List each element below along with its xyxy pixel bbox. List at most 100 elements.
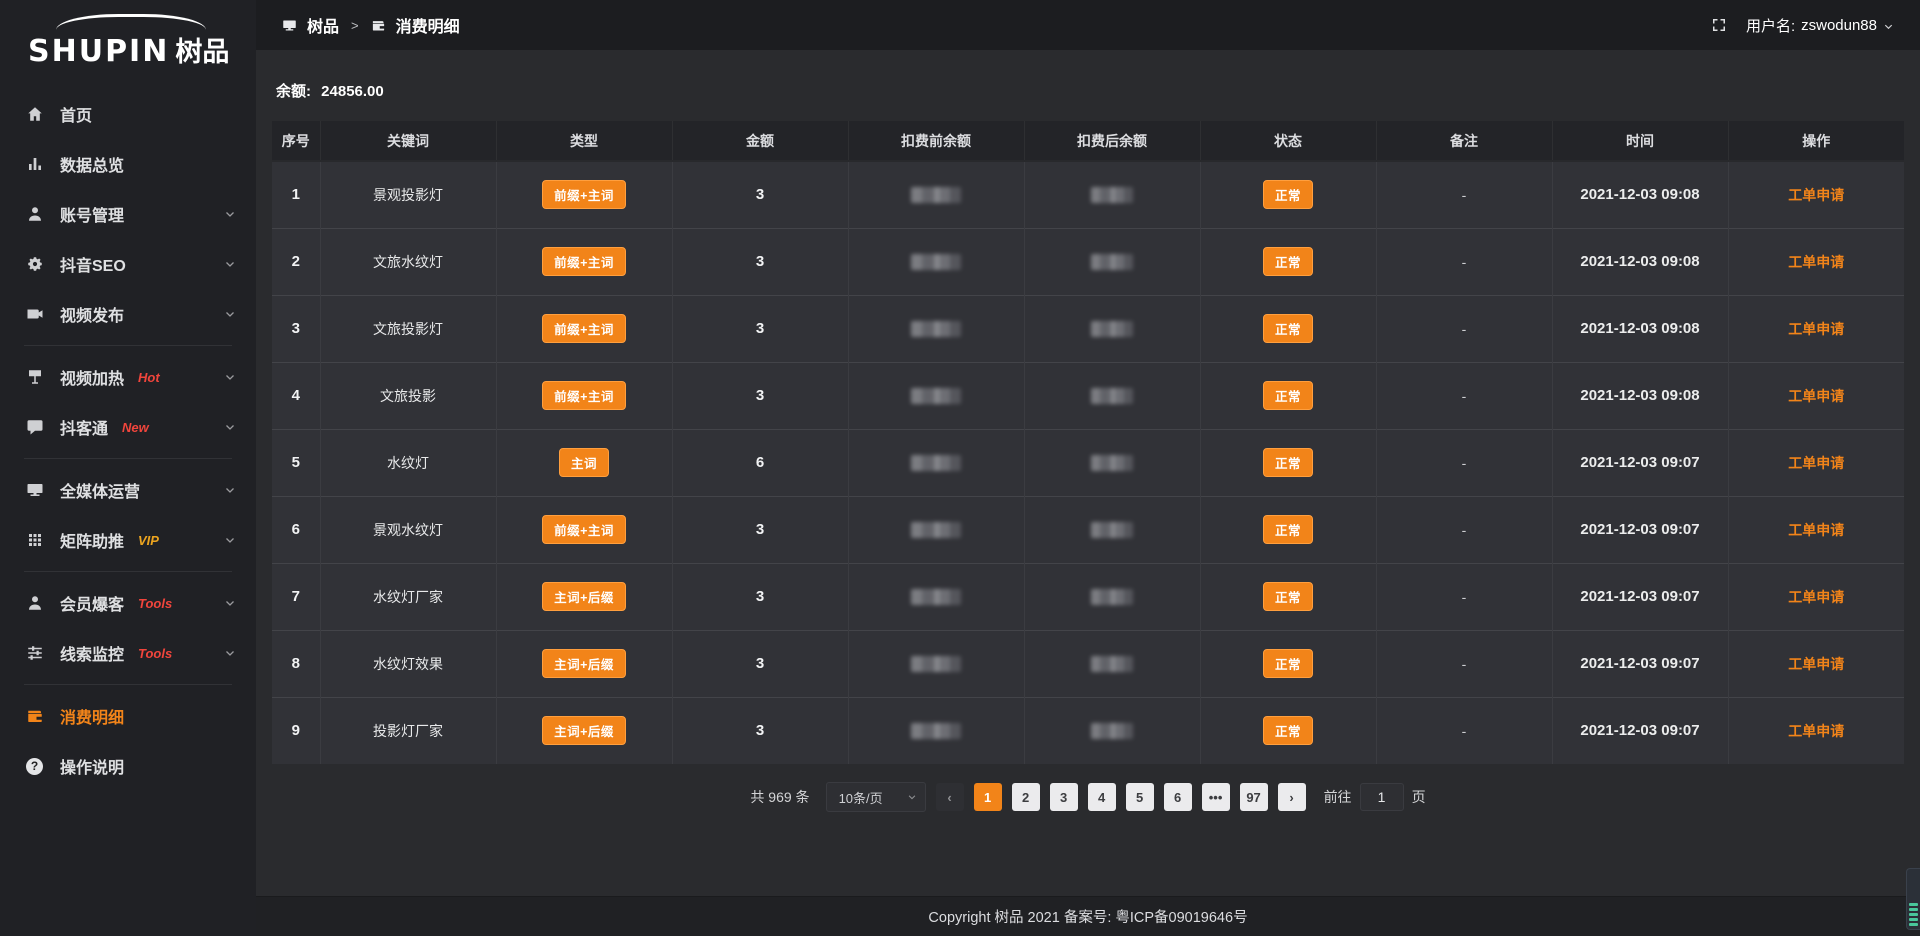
sidebar-item-tag: Tools <box>138 646 172 661</box>
balance-before-blur <box>911 656 961 672</box>
page-button-97[interactable]: 97 <box>1240 783 1268 811</box>
type-badge: 主词 <box>559 448 609 477</box>
cell-amount: 3 <box>672 697 848 764</box>
col-amount: 金额 <box>672 121 848 161</box>
work-order-link[interactable]: 工单申请 <box>1788 589 1844 605</box>
balance-after-blur <box>1091 455 1133 471</box>
cell-status: 正常 <box>1200 228 1376 295</box>
page-button-2[interactable]: 2 <box>1012 783 1040 811</box>
balance-label: 余额: <box>276 83 311 100</box>
work-order-link[interactable]: 工单申请 <box>1788 321 1844 337</box>
logo-text-en: SHUPIN <box>28 34 169 69</box>
next-page-button[interactable]: › <box>1278 783 1306 811</box>
cell-type: 主词+后缀 <box>496 630 672 697</box>
cell-index: 3 <box>272 295 320 362</box>
sidebar-item-label: 数据总览 <box>60 152 124 176</box>
sidebar-item-member-baoke[interactable]: 会员爆客 Tools <box>0 578 256 628</box>
cell-index: 5 <box>272 429 320 496</box>
cell-time: 2021-12-03 09:08 <box>1552 295 1728 362</box>
balance-after-blur <box>1091 723 1133 739</box>
sidebar-item-video-heat[interactable]: 视频加热 Hot <box>0 352 256 402</box>
footer: Copyright 树品 2021 备案号: 粤ICP备09019646号 <box>256 896 1920 936</box>
page-button-5[interactable]: 5 <box>1126 783 1154 811</box>
sidebar-item-video-publish[interactable]: 视频发布 <box>0 289 256 339</box>
fullscreen-icon[interactable] <box>1710 16 1728 34</box>
sidebar-item-douketong[interactable]: 抖客通 New <box>0 402 256 452</box>
chevron-down-icon <box>224 647 236 659</box>
ellipsis-page-button[interactable]: ••• <box>1202 783 1230 811</box>
question-icon: ? <box>26 757 44 775</box>
cell-index: 7 <box>272 563 320 630</box>
balance-line: 余额: 24856.00 <box>276 80 1900 101</box>
table-row: 4 文旅投影 前缀+主词 3 正常 - 2021-12-03 09:08 工单申… <box>272 362 1904 429</box>
cell-amount: 3 <box>672 295 848 362</box>
work-order-link[interactable]: 工单申请 <box>1788 388 1844 404</box>
work-order-link[interactable]: 工单申请 <box>1788 723 1844 739</box>
user-menu[interactable]: 用户名: zswodun88 <box>1746 15 1894 36</box>
time-value: 2021-12-03 09:08 <box>1580 387 1699 404</box>
cell-balance-before <box>848 429 1024 496</box>
type-badge: 主词+后缀 <box>542 582 626 611</box>
cell-amount: 3 <box>672 563 848 630</box>
cell-balance-before <box>848 228 1024 295</box>
time-value: 2021-12-03 09:08 <box>1580 320 1699 337</box>
sidebar-item-clue-monitor[interactable]: 线索监控 Tools <box>0 628 256 678</box>
work-order-link[interactable]: 工单申请 <box>1788 455 1844 471</box>
work-order-link[interactable]: 工单申请 <box>1788 522 1844 538</box>
work-order-link[interactable]: 工单申请 <box>1788 254 1844 270</box>
monitor-icon <box>26 481 44 499</box>
nav-divider <box>24 345 232 346</box>
page-button-4[interactable]: 4 <box>1088 783 1116 811</box>
col-status: 状态 <box>1200 121 1376 161</box>
goto-suffix: 页 <box>1412 787 1426 807</box>
home-icon <box>26 105 44 123</box>
work-order-link[interactable]: 工单申请 <box>1788 656 1844 672</box>
prev-page-button[interactable]: ‹ <box>936 783 964 811</box>
cell-amount: 3 <box>672 496 848 563</box>
sidebar-item-tag: VIP <box>138 533 159 548</box>
pagination: 共 969 条 10条/页 ‹ 123456•••97 › 前往 页 <box>272 782 1904 812</box>
cell-action: 工单申请 <box>1728 563 1904 630</box>
sidebar-item-help[interactable]: ? 操作说明 <box>0 741 256 791</box>
table-row: 6 景观水纹灯 前缀+主词 3 正常 - 2021-12-03 09:07 工单… <box>272 496 1904 563</box>
floating-widget[interactable] <box>1906 868 1920 930</box>
cell-index: 4 <box>272 362 320 429</box>
type-badge: 前缀+主词 <box>542 515 626 544</box>
cell-time: 2021-12-03 09:07 <box>1552 697 1728 764</box>
page-button-3[interactable]: 3 <box>1050 783 1078 811</box>
page-size-select[interactable]: 10条/页 <box>826 782 926 812</box>
work-order-link[interactable]: 工单申请 <box>1788 187 1844 203</box>
sidebar-item-all-media[interactable]: 全媒体运营 <box>0 465 256 515</box>
page-button-1[interactable]: 1 <box>974 783 1002 811</box>
wallet-icon <box>26 707 44 725</box>
cell-action: 工单申请 <box>1728 630 1904 697</box>
sidebar-item-label: 全媒体运营 <box>60 478 140 502</box>
sidebar-item-home[interactable]: 首页 <box>0 89 256 139</box>
col-action: 操作 <box>1728 121 1904 161</box>
page-button-6[interactable]: 6 <box>1164 783 1192 811</box>
balance-value: 24856.00 <box>321 83 384 100</box>
goto-page-input[interactable] <box>1360 783 1404 811</box>
sidebar-item-label: 线索监控 <box>60 641 124 665</box>
cell-remark: - <box>1376 295 1552 362</box>
sidebar: SHUPIN 树品 首页 数据总览 账号管理 抖音SEO 视频发布 <box>0 0 256 936</box>
breadcrumb-item-home[interactable]: 树品 <box>307 13 339 37</box>
cell-time: 2021-12-03 09:07 <box>1552 496 1728 563</box>
cell-remark: - <box>1376 161 1552 228</box>
status-badge: 正常 <box>1263 582 1313 611</box>
brand-logo[interactable]: SHUPIN 树品 <box>0 0 256 75</box>
cell-balance-after <box>1024 228 1200 295</box>
username: zswodun88 <box>1801 17 1877 34</box>
sidebar-item-matrix-boost[interactable]: 矩阵助推 VIP <box>0 515 256 565</box>
cell-status: 正常 <box>1200 563 1376 630</box>
cell-time: 2021-12-03 09:07 <box>1552 630 1728 697</box>
sidebar-item-account[interactable]: 账号管理 <box>0 189 256 239</box>
sidebar-item-data-overview[interactable]: 数据总览 <box>0 139 256 189</box>
table-row: 9 投影灯厂家 主词+后缀 3 正常 - 2021-12-03 09:07 工单… <box>272 697 1904 764</box>
sidebar-item-consume-detail[interactable]: 消费明细 <box>0 691 256 741</box>
user-icon <box>26 205 44 223</box>
sidebar-item-douyin-seo[interactable]: 抖音SEO <box>0 239 256 289</box>
status-badge: 正常 <box>1263 515 1313 544</box>
cell-type: 主词 <box>496 429 672 496</box>
cell-keyword: 景观水纹灯 <box>320 496 496 563</box>
